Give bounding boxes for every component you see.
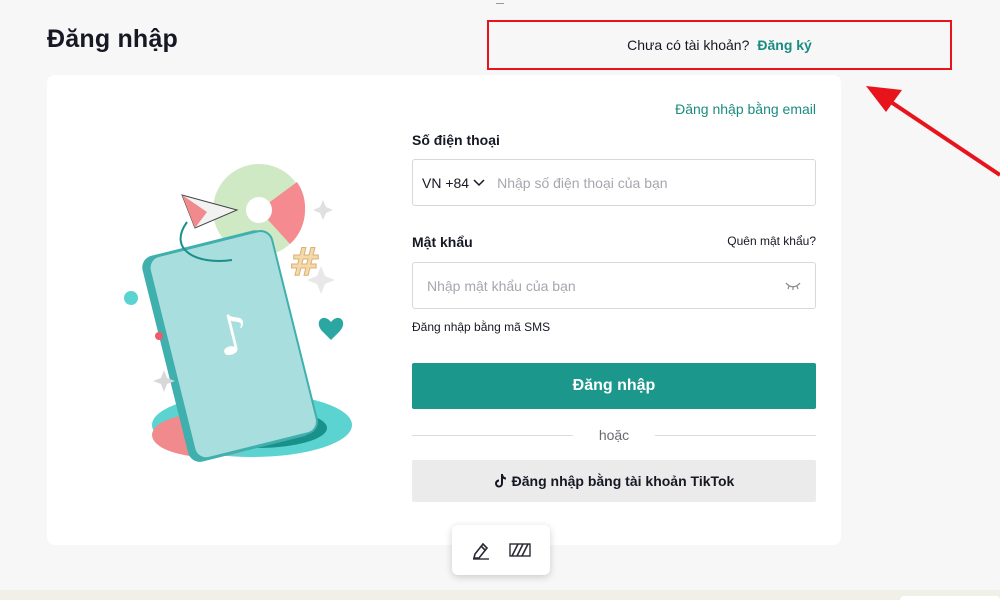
page-title: Đăng nhập <box>47 25 178 53</box>
phone-input[interactable] <box>495 173 815 192</box>
login-card: ♪ # Đăng nhập bằng email Số điện thoại V… <box>47 75 841 545</box>
top-edge-mark <box>496 0 504 4</box>
forgot-password-link[interactable]: Quên mật khẩu? <box>727 234 816 248</box>
floating-toolbar <box>452 525 550 575</box>
pen-edit-icon[interactable] <box>471 540 491 560</box>
login-illustration: ♪ # <box>124 164 352 462</box>
password-field <box>412 262 816 309</box>
bottom-strip <box>0 590 1000 600</box>
signup-question: Chưa có tài khoản? <box>627 37 750 53</box>
eye-closed-icon[interactable] <box>785 281 801 291</box>
or-divider: hoặc <box>412 427 817 443</box>
password-label: Mật khẩu <box>412 234 473 250</box>
divider-line-left <box>412 434 573 436</box>
phone-field: VN +84 <box>412 159 816 206</box>
country-code-selector[interactable]: VN +84 <box>413 175 495 191</box>
divider-line-right <box>655 434 817 436</box>
phone-label: Số điện thoại <box>412 132 500 148</box>
tiktok-button-label: Đăng nhập bằng tài khoản TikTok <box>511 473 735 489</box>
password-input[interactable] <box>425 276 785 295</box>
tiktok-login-button[interactable]: Đăng nhập bằng tài khoản TikTok <box>412 460 816 502</box>
signup-link[interactable]: Đăng ký <box>757 37 811 53</box>
signup-highlight-box: Chưa có tài khoản? Đăng ký <box>487 20 952 70</box>
red-arrow-annotation <box>866 86 1000 177</box>
bottom-right-tab <box>900 596 1000 600</box>
chevron-down-icon <box>473 178 485 186</box>
email-login-link[interactable]: Đăng nhập bằng email <box>675 101 816 117</box>
sms-login-link[interactable]: Đăng nhập bằng mã SMS <box>412 320 550 334</box>
tiktok-logo-icon <box>494 474 506 488</box>
pattern-icon[interactable] <box>509 541 531 559</box>
login-button[interactable]: Đăng nhập <box>412 363 816 409</box>
country-code-value: VN +84 <box>422 174 470 191</box>
divider-text: hoặc <box>598 427 630 443</box>
